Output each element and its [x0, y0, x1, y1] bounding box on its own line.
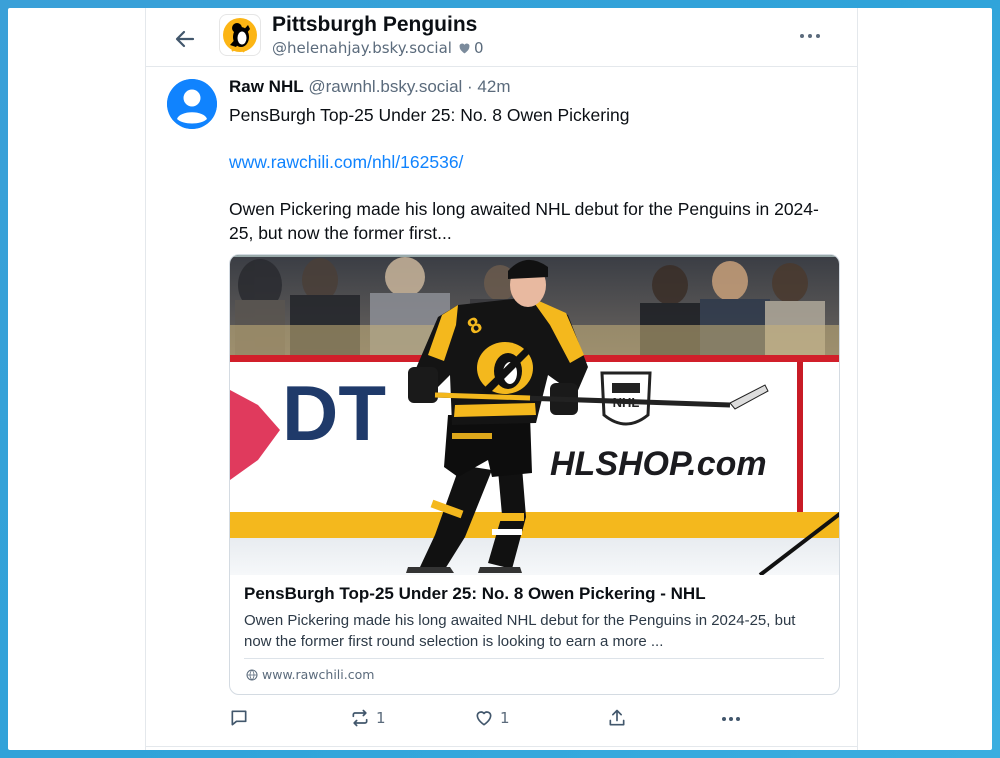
more-icon [722, 717, 740, 721]
heart-icon [459, 43, 470, 54]
board-sign-right: HLSHOP.com [550, 445, 767, 483]
author-handle-text: @rawnhl.bsky.social [308, 77, 463, 96]
author-handle[interactable]: @rawnhl.bsky.social [308, 77, 462, 96]
feed-handle[interactable]: @helenahjay.bsky.social [272, 39, 452, 57]
post-header: Raw NHL @rawnhl.bsky.social · 42m [229, 77, 511, 97]
app-window: Pittsburgh Penguins @helenahjay.bsky.soc… [8, 8, 992, 750]
board-sign-left: DT [282, 369, 386, 457]
reply-button[interactable] [229, 708, 255, 728]
repost-count: 1 [376, 709, 386, 727]
back-button[interactable] [168, 22, 202, 56]
share-button[interactable] [607, 708, 627, 728]
post-actions: 1 1 [229, 708, 840, 734]
repost-icon [352, 709, 368, 727]
post-time[interactable]: 42m [477, 77, 510, 96]
thread-column: Pittsburgh Penguins @helenahjay.bsky.soc… [145, 8, 858, 750]
card-title[interactable]: PensBurgh Top-25 Under 25: No. 8 Owen Pi… [244, 584, 706, 604]
like-button[interactable]: 1 [474, 708, 510, 728]
post[interactable]: Raw NHL @rawnhl.bsky.social · 42m PensBu… [146, 68, 857, 750]
card-divider [244, 658, 824, 659]
more-icon [800, 34, 820, 38]
feed-subtitle: @helenahjay.bsky.social 0 [272, 39, 484, 57]
default-avatar-icon [167, 79, 217, 129]
post-body: Owen Pickering made his long awaited NHL… [229, 199, 819, 243]
penguins-logo [223, 18, 257, 53]
post-more-button[interactable] [721, 716, 741, 722]
feed-like[interactable]: 0 [458, 39, 484, 57]
feed-title[interactable]: Pittsburgh Penguins [272, 13, 477, 37]
feed-like-count: 0 [473, 39, 484, 57]
post-divider [146, 746, 857, 747]
card-domain-row: www.rawchili.com [246, 667, 374, 682]
link-card[interactable]: DT NHL HLSHOP.com [229, 254, 840, 695]
author-avatar[interactable] [167, 79, 217, 129]
back-arrow-icon [175, 30, 195, 48]
like-count: 1 [500, 709, 510, 727]
post-headline: PensBurgh Top-25 Under 25: No. 8 Owen Pi… [229, 105, 630, 125]
feed-avatar[interactable] [219, 14, 261, 56]
time-separator: · [462, 77, 478, 96]
post-link[interactable]: www.rawchili.com/nhl/162536/ [229, 151, 839, 175]
card-image: DT NHL HLSHOP.com [230, 255, 839, 575]
card-description: Owen Pickering made his long awaited NHL… [244, 612, 796, 650]
card-domain: www.rawchili.com [262, 667, 375, 682]
reply-icon [231, 710, 247, 726]
author-name[interactable]: Raw NHL [229, 77, 304, 96]
feed-more-button[interactable] [794, 24, 826, 48]
share-icon [609, 709, 625, 726]
globe-icon [246, 668, 258, 681]
repost-button[interactable]: 1 [350, 708, 386, 728]
post-text: PensBurgh Top-25 Under 25: No. 8 Owen Pi… [229, 104, 839, 245]
heart-icon [476, 711, 492, 726]
feed-header: Pittsburgh Penguins @helenahjay.bsky.soc… [146, 8, 857, 67]
